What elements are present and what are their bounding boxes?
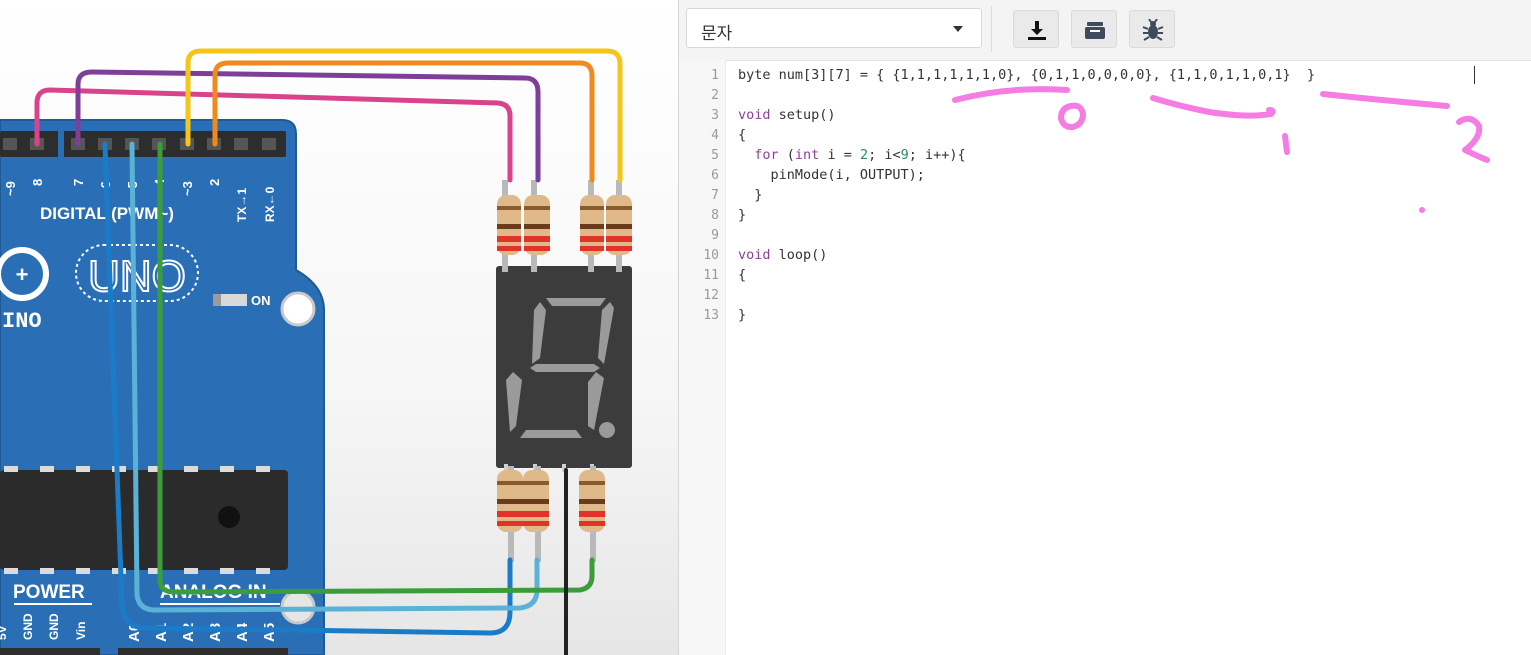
line-number: 1 [711,68,719,83]
microcontroller-chip [0,470,288,570]
code-line-5: for (int i = 2; i<9; i++){ [738,147,966,163]
code-line-13: } [738,307,747,323]
line-number: 11 [703,268,719,283]
line-number: 7 [711,188,719,203]
annotation-digit-1 [1282,133,1290,155]
board-name-text: INO [2,309,42,334]
number-literal: 9 [900,147,909,163]
code-text: setup() [770,107,836,123]
on-label: ON [251,293,271,308]
keyword: for [754,147,779,163]
power-pin-gnd1: GND [21,613,35,640]
pin-label-8: 8 [30,179,45,186]
power-pin-gnd2: GND [47,613,61,640]
pin-label-9: ~9 [3,181,18,196]
line-number: 4 [711,128,719,143]
line-number: 5 [711,148,719,163]
annotation-underline-3 [1320,91,1450,109]
analog-pin-a2: A2 [180,623,197,642]
line-number: 3 [711,108,719,123]
analog-pin-a5: A5 [261,623,278,642]
line-number: 9 [711,228,719,243]
pin-label-rx: RX←0 [263,186,277,222]
code-text: i = [819,147,860,163]
toolbar-separator [991,6,992,52]
debug-bug-icon [1142,19,1164,41]
annotation-underline-2 [1150,95,1276,119]
line-number: 2 [711,88,719,103]
pen-annotations [952,86,1490,213]
line-number: 13 [703,308,719,323]
keyword: void [738,107,771,123]
circuit-canvas[interactable]: ~9 8 7 ~6 ~5 4 ~3 2 TX→1 RX←0 DIGITAL (P… [0,0,678,655]
editor-toolbar: 문자 [679,0,1531,61]
pin-label-tx: TX→1 [235,188,249,222]
code-editor-panel: 문자 1 2 3 4 5 6 7 8 9 10 11 12 13 byte nu… [679,0,1531,655]
code-line-10: void loop() [738,247,827,263]
code-line-11: { [738,267,747,283]
pin-label-3: ~3 [180,181,195,196]
code-line-3: void setup() [738,107,836,123]
code-mode-select[interactable]: 문자 [686,8,982,48]
line-number: 6 [711,168,719,183]
code-line-4: { [738,127,747,143]
power-label: POWER [13,582,85,603]
analog-header [118,648,288,655]
analog-pin-a3: A3 [207,623,224,642]
code-text: ; i< [868,147,901,163]
text-cursor [1474,66,1475,84]
line-number: 12 [703,288,719,303]
power-pin-5v: 5V [0,625,9,640]
code-text: loop() [770,247,828,263]
uno-logo-text: UNO [88,252,186,301]
library-icon [1085,22,1105,39]
download-icon [1028,21,1046,40]
power-header [0,648,100,655]
annotation-dot [1419,207,1425,213]
debugger-button[interactable] [1129,10,1175,48]
keyword: void [738,247,771,263]
svg-text:+: + [16,262,29,287]
analog-pin-a4: A4 [234,622,251,642]
line-number: 10 [703,248,719,263]
seven-segment-display[interactable] [496,262,632,472]
code-text: ; i++){ [908,147,966,163]
annotation-digit-2 [1456,115,1490,163]
download-button[interactable] [1013,10,1059,48]
chevron-down-icon [953,26,963,32]
pin-label-2: 2 [207,179,222,186]
code-line-8: } [738,207,747,223]
line-number: 8 [711,208,719,223]
code-line-6: pinMode(i, OUTPUT); [738,167,925,183]
power-pin-vin: Vin [74,622,88,640]
annotation-digit-0 [1058,102,1086,131]
library-button[interactable] [1071,10,1117,48]
annotation-underline-1 [952,86,1070,103]
code-text: ( [778,147,795,163]
code-line-7: } [738,187,763,203]
code-mode-value: 문자 [701,24,733,43]
line-number-gutter: 1 2 3 4 5 6 7 8 9 10 11 12 13 [679,60,726,655]
mounting-hole-top [280,291,316,327]
pin-label-7: 7 [71,179,86,186]
code-line-1: byte num[3][7] = { {1,1,1,1,1,1,0}, {0,1… [738,67,1316,83]
keyword: int [794,147,820,163]
number-literal: 2 [859,147,869,163]
